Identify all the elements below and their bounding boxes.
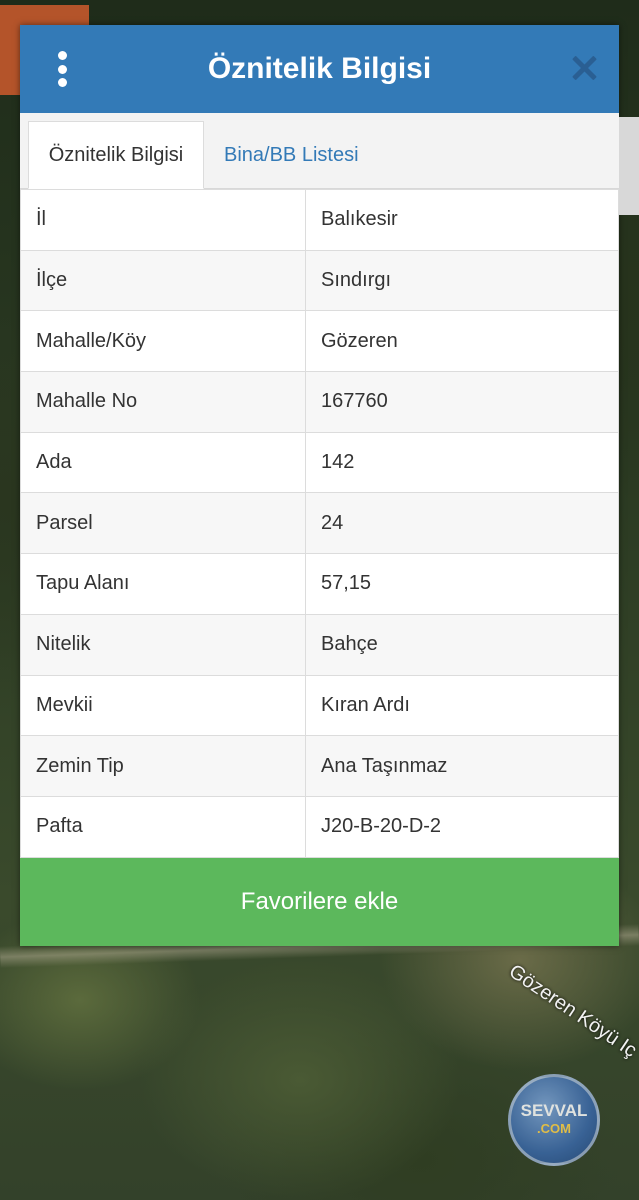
row-value: 142 bbox=[305, 431, 619, 494]
dialog-title: Öznitelik Bilgisi bbox=[207, 52, 432, 85]
tab-bar: Öznitelik Bilgisi Bina/BB Listesi bbox=[20, 113, 619, 189]
table-row: Nitelik Bahçe bbox=[20, 613, 619, 676]
table-row: Ada 142 bbox=[20, 431, 619, 494]
table-row: Zemin Tip Ana Taşınmaz bbox=[20, 735, 619, 797]
watermark-subtext: .COM bbox=[537, 1121, 571, 1136]
table-row: Mahalle No 167760 bbox=[20, 371, 619, 433]
add-to-favorites-button[interactable]: Favorilere ekle bbox=[20, 858, 619, 946]
row-key: Tapu Alanı bbox=[20, 553, 306, 615]
row-value: 24 bbox=[305, 492, 619, 555]
row-value: J20-B-20-D-2 bbox=[305, 795, 619, 858]
table-row: Tapu Alanı 57,15 bbox=[20, 553, 619, 615]
row-key: Pafta bbox=[20, 795, 306, 858]
table-row: Mahalle/Köy Gözeren bbox=[20, 310, 619, 373]
row-key: Parsel bbox=[20, 492, 306, 555]
scrollbar[interactable] bbox=[619, 117, 639, 215]
table-row: İl Balıkesir bbox=[20, 189, 619, 251]
row-key: Mahalle No bbox=[20, 371, 306, 433]
table-row: Pafta J20-B-20-D-2 bbox=[20, 795, 619, 858]
attribute-table: İl Balıkesir İlçe Sındırgı Mahalle/Köy G… bbox=[20, 189, 619, 858]
row-key: Nitelik bbox=[20, 613, 306, 676]
row-value: Kıran Ardı bbox=[305, 674, 619, 737]
row-key: Ada bbox=[20, 431, 306, 494]
close-icon[interactable] bbox=[571, 55, 597, 81]
row-value: 167760 bbox=[305, 371, 619, 433]
row-value: Ana Taşınmaz bbox=[305, 735, 619, 797]
dialog-header: Öznitelik Bilgisi bbox=[20, 25, 619, 113]
table-row: İlçe Sındırgı bbox=[20, 249, 619, 312]
watermark-text: SEVVAL bbox=[520, 1101, 588, 1120]
row-key: Zemin Tip bbox=[20, 735, 306, 797]
row-key: Mevkii bbox=[20, 674, 306, 737]
table-row: Mevkii Kıran Ardı bbox=[20, 674, 619, 737]
attribute-info-dialog: Öznitelik Bilgisi Öznitelik Bilgisi Bina… bbox=[20, 25, 639, 946]
row-key: İlçe bbox=[20, 249, 306, 312]
row-value: Balıkesir bbox=[305, 189, 619, 251]
watermark-logo: SEVVAL .COM bbox=[508, 1074, 600, 1166]
row-value: Bahçe bbox=[305, 613, 619, 676]
tab-building-list[interactable]: Bina/BB Listesi bbox=[208, 121, 375, 189]
row-value: 57,15 bbox=[305, 553, 619, 615]
row-key: Mahalle/Köy bbox=[20, 310, 306, 373]
table-row: Parsel 24 bbox=[20, 492, 619, 555]
tab-attribute-info[interactable]: Öznitelik Bilgisi bbox=[28, 121, 204, 189]
row-value: Gözeren bbox=[305, 310, 619, 373]
row-key: İl bbox=[20, 189, 306, 251]
more-options-icon[interactable] bbox=[54, 51, 70, 87]
row-value: Sındırgı bbox=[305, 249, 619, 312]
